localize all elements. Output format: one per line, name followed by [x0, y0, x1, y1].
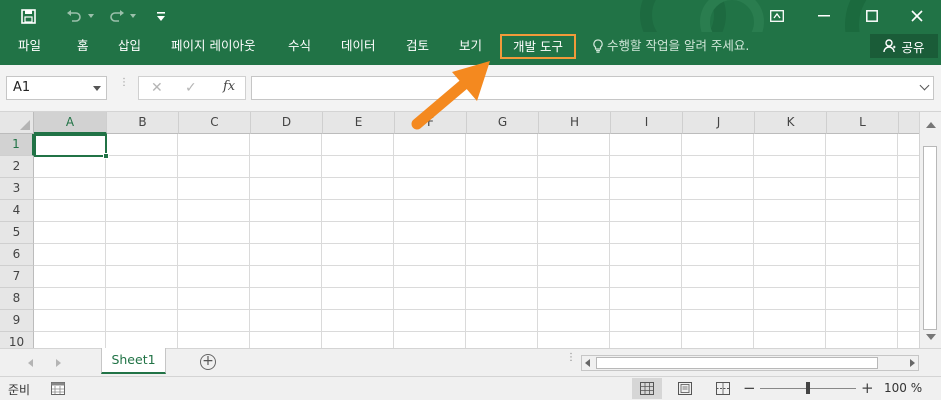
- column-header[interactable]: H: [539, 112, 611, 134]
- chevron-down-icon[interactable]: [128, 0, 138, 32]
- formula-buttons: ✕ ✓ fx: [138, 76, 246, 100]
- ribbon-display-options-icon[interactable]: [762, 0, 792, 32]
- row-header[interactable]: 9: [0, 310, 34, 332]
- column-header[interactable]: K: [755, 112, 827, 134]
- tell-me-box[interactable]: 수행할 작업을 알려 주세요.: [593, 32, 749, 59]
- row-header[interactable]: 6: [0, 244, 34, 266]
- maximize-icon[interactable]: [856, 0, 888, 32]
- vertical-scroll-thumb[interactable]: [923, 146, 937, 330]
- title-decoration: [700, 0, 764, 32]
- tab-insert[interactable]: 삽입: [118, 32, 141, 65]
- normal-view-button[interactable]: [632, 378, 662, 399]
- row-header[interactable]: 5: [0, 222, 34, 244]
- zoom-level[interactable]: 100 %: [884, 381, 922, 395]
- page-break-preview-button[interactable]: [708, 378, 738, 399]
- horizontal-scrollbar[interactable]: [581, 355, 919, 371]
- selected-cell[interactable]: [34, 134, 109, 159]
- status-bar: 준비 − + 100 %: [0, 376, 941, 400]
- page-layout-view-button[interactable]: [670, 378, 700, 399]
- page-layout-icon: [678, 382, 692, 395]
- row-header[interactable]: 7: [0, 266, 34, 288]
- redo-icon[interactable]: [105, 0, 129, 32]
- column-header-partial: [899, 112, 919, 134]
- status-text: 준비: [8, 383, 31, 397]
- horizontal-scroll-thumb[interactable]: [596, 357, 878, 369]
- sheet-tab[interactable]: Sheet1: [101, 348, 166, 374]
- insert-function-button[interactable]: fx: [223, 79, 235, 94]
- minimize-icon[interactable]: [808, 0, 840, 32]
- scroll-down-icon[interactable]: [926, 334, 936, 340]
- name-box[interactable]: A1: [6, 76, 107, 100]
- grid-view-icon: [640, 382, 654, 395]
- splitter-handle-icon[interactable]: ⋮: [119, 78, 129, 94]
- undo-icon[interactable]: [62, 0, 86, 32]
- column-header[interactable]: E: [323, 112, 395, 134]
- scroll-left-icon[interactable]: [585, 359, 590, 367]
- tell-me-placeholder: 수행할 작업을 알려 주세요.: [607, 38, 750, 53]
- column-header[interactable]: L: [827, 112, 899, 134]
- title-bar: [0, 0, 941, 32]
- expand-formula-bar-icon[interactable]: [919, 80, 930, 91]
- zoom-out-button[interactable]: −: [743, 379, 756, 397]
- column-header[interactable]: I: [611, 112, 683, 134]
- sheet-tab-bar: Sheet1 + ⋮: [0, 348, 941, 376]
- tab-file[interactable]: 파일: [18, 32, 41, 65]
- share-label: 공유: [901, 39, 925, 55]
- customize-qat-icon[interactable]: [153, 0, 169, 32]
- check-icon[interactable]: ✓: [185, 80, 197, 96]
- worksheet-grid: A B C D E F G H I J K L 1 2 3 4 5 6 7 8 …: [0, 112, 919, 348]
- tab-page-layout[interactable]: 페이지 레이아웃: [171, 32, 255, 65]
- save-icon[interactable]: [14, 0, 42, 32]
- row-header[interactable]: 4: [0, 200, 34, 222]
- close-icon[interactable]: [902, 0, 932, 32]
- tab-formulas[interactable]: 수식: [288, 32, 311, 65]
- share-button[interactable]: 공유: [870, 34, 938, 58]
- scroll-right-icon[interactable]: [910, 359, 915, 367]
- column-header[interactable]: J: [683, 112, 755, 134]
- zoom-slider-thumb[interactable]: [806, 382, 810, 394]
- annotation-arrow: [411, 61, 490, 130]
- row-header[interactable]: 1: [0, 134, 34, 156]
- splitter-handle-icon[interactable]: ⋮: [566, 353, 576, 363]
- cancel-icon[interactable]: ✕: [151, 80, 163, 96]
- page-break-icon: [716, 382, 730, 395]
- column-header[interactable]: C: [179, 112, 251, 134]
- chevron-down-icon[interactable]: [93, 86, 101, 91]
- sheet-next-icon[interactable]: [56, 359, 61, 367]
- column-header[interactable]: A: [34, 112, 107, 134]
- cell-area[interactable]: [34, 134, 919, 348]
- row-header[interactable]: 3: [0, 178, 34, 200]
- column-header[interactable]: B: [107, 112, 179, 134]
- column-header[interactable]: D: [251, 112, 323, 134]
- row-header[interactable]: 2: [0, 156, 34, 178]
- zoom-in-button[interactable]: +: [861, 379, 874, 397]
- annotation-arrow-shaft: [411, 79, 469, 130]
- tab-developer[interactable]: 개발 도구: [500, 34, 576, 59]
- macro-recording-icon[interactable]: [51, 382, 65, 398]
- sheet-prev-icon[interactable]: [28, 359, 33, 367]
- user-icon: [883, 39, 896, 53]
- row-header[interactable]: 8: [0, 288, 34, 310]
- lightbulb-icon: [593, 38, 603, 53]
- select-all-button[interactable]: [0, 112, 34, 134]
- tab-data[interactable]: 데이터: [341, 32, 376, 65]
- row-header[interactable]: 10: [0, 332, 34, 348]
- scroll-up-icon[interactable]: [926, 122, 936, 128]
- formula-input[interactable]: [251, 76, 934, 100]
- tab-home[interactable]: 홈: [77, 32, 89, 65]
- fill-handle[interactable]: [103, 153, 109, 159]
- vertical-scrollbar[interactable]: [919, 112, 941, 348]
- chevron-down-icon[interactable]: [86, 0, 96, 32]
- select-all-triangle-icon: [20, 120, 30, 130]
- name-box-value: A1: [13, 80, 31, 95]
- plus-circle-icon[interactable]: +: [200, 354, 216, 370]
